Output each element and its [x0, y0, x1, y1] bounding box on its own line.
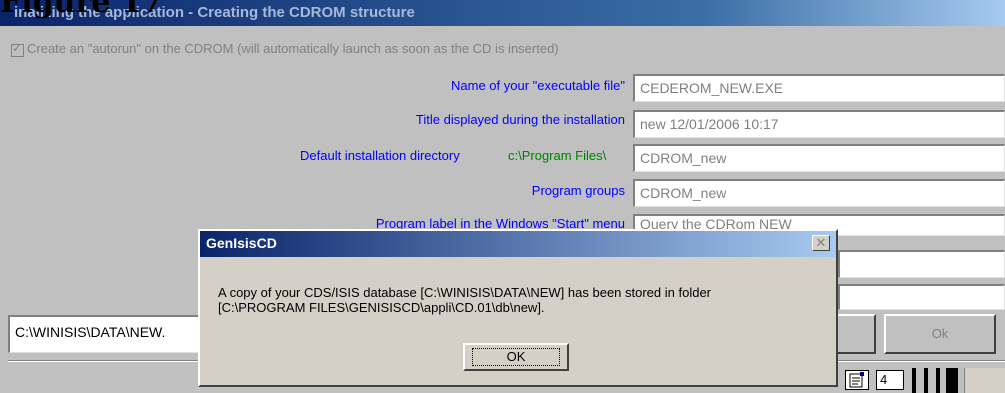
- dialog-ok-button[interactable]: OK: [463, 343, 569, 371]
- bar-3: [936, 368, 940, 393]
- message-dialog: GenIsisCD ✕ A copy of your CDS/ISIS data…: [198, 229, 838, 387]
- program-groups-field[interactable]: CDROM_new: [633, 179, 1005, 207]
- program-groups-label: Program groups: [531, 183, 625, 198]
- install-dir-prefix: c:\Program Files\: [508, 148, 607, 163]
- bar-2: [924, 368, 928, 393]
- exe-name-field[interactable]: CEDEROM_NEW.EXE: [633, 74, 1005, 102]
- database-path-field[interactable]: C:\WINISIS\DATA\NEW.: [8, 315, 200, 353]
- bar-1: [912, 368, 916, 393]
- page-count: 4: [876, 370, 904, 390]
- autorun-checkbox[interactable]: [11, 41, 24, 57]
- status-panel: [964, 368, 1005, 393]
- figure-label: Figure 17: [0, 0, 163, 20]
- dialog-ok-label: OK: [471, 348, 561, 366]
- dialog-title: GenIsisCD: [206, 235, 277, 251]
- ok-button-label: Ok: [931, 326, 949, 341]
- dialog-message-line-1: A copy of your CDS/ISIS database [C:\WIN…: [218, 285, 712, 300]
- install-dir-label: Default installation directory: [300, 148, 460, 163]
- extra-field-2[interactable]: [838, 284, 1005, 310]
- ok-button-disabled[interactable]: Ok: [884, 314, 996, 354]
- extra-field-1[interactable]: [838, 250, 1005, 278]
- close-icon[interactable]: ✕: [812, 235, 830, 251]
- bar-4: [946, 368, 958, 393]
- properties-icon[interactable]: [845, 370, 869, 390]
- dialog-message-line-2: [C:\PROGRAM FILES\GENISISCD\appli\CD.01\…: [218, 300, 545, 315]
- exe-name-label: Name of your "executable file": [451, 78, 625, 93]
- dialog-title-bar: GenIsisCD ✕: [200, 231, 836, 257]
- secondary-button[interactable]: [836, 314, 876, 354]
- title-label: Title displayed during the installation: [415, 112, 625, 127]
- title-field[interactable]: new 12/01/2006 10:17: [633, 110, 1005, 138]
- install-dir-field[interactable]: CDROM_new: [633, 144, 1005, 172]
- dialog-message: A copy of your CDS/ISIS database [C:\WIN…: [218, 285, 711, 315]
- autorun-label: Create an "autorun" on the CDROM (will a…: [27, 41, 559, 56]
